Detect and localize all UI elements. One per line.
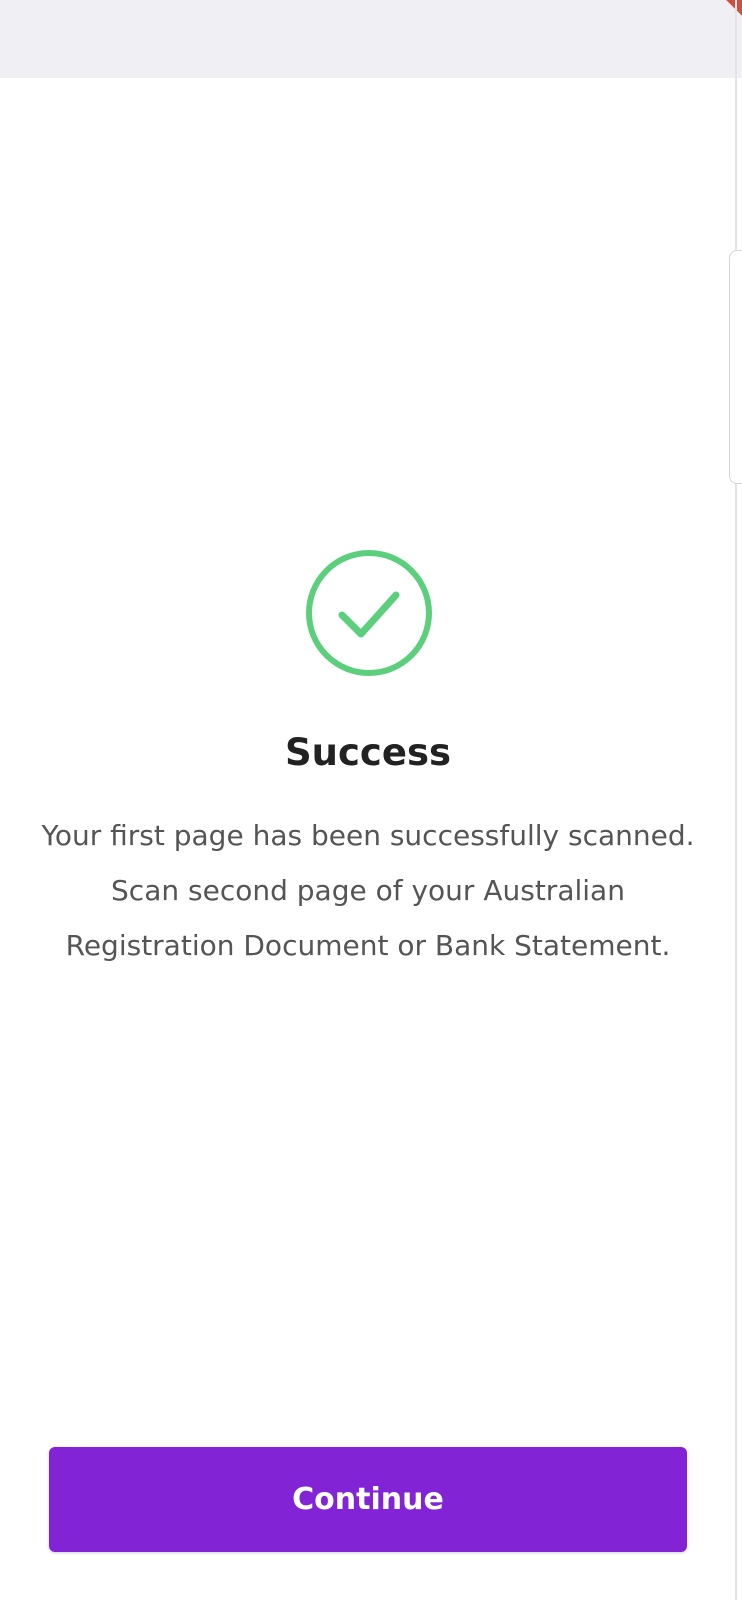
success-message: Your first page has been successfully sc…	[41, 819, 695, 962]
side-handle[interactable]	[729, 250, 742, 484]
success-screen: Success Your first page has been success…	[0, 0, 742, 1600]
right-edge-divider	[735, 0, 737, 1600]
top-bar	[0, 0, 742, 78]
check-circle-icon	[306, 550, 432, 676]
continue-button[interactable]: Continue	[49, 1447, 687, 1552]
success-title: Success	[285, 731, 451, 774]
corner-accent	[720, 0, 742, 22]
